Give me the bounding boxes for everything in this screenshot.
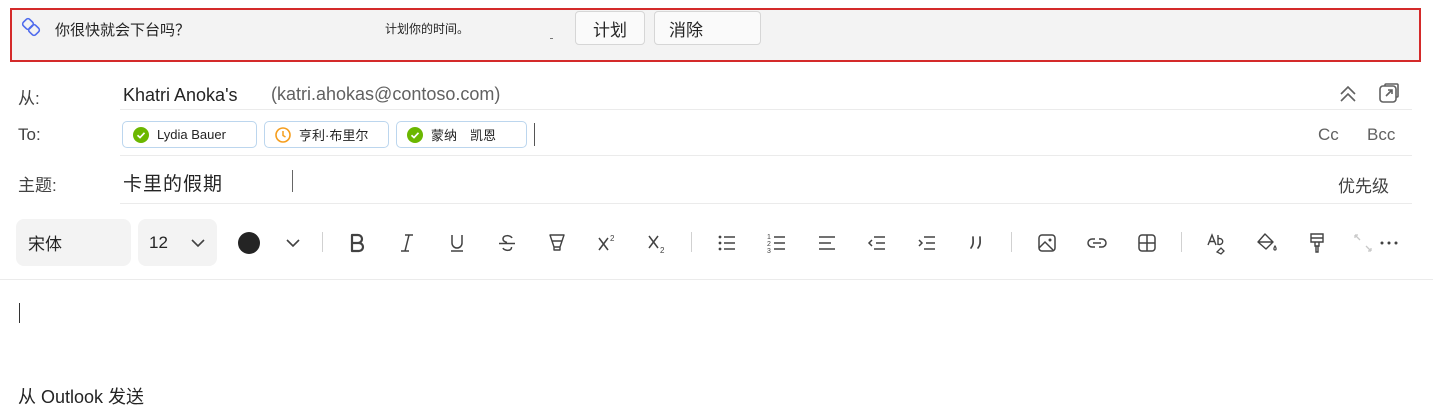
recipient-name: 亨利·布里尔 (299, 128, 369, 143)
format-painter-icon (1310, 233, 1324, 253)
toolbar-separator (1181, 232, 1182, 252)
from-email: (katri.ahokas@contoso.com) (271, 84, 501, 104)
decrease-indent-button[interactable] (861, 227, 893, 259)
recipient-chip[interactable]: 亨利·布里尔 (264, 121, 389, 148)
recipient-name: Lydia Bauer (157, 127, 226, 142)
expand-arrows-icon (1354, 234, 1372, 252)
pop-out-icon[interactable] (1377, 81, 1401, 105)
increase-indent-icon (918, 236, 935, 250)
bullets-button[interactable] (711, 227, 743, 259)
numbering-button[interactable]: 123 (761, 227, 793, 259)
recipient-chip[interactable]: Lydia Bauer (122, 121, 257, 148)
collapse-header-icon[interactable] (1336, 82, 1360, 106)
from-label: 从: (18, 89, 40, 108)
toolbar-separator (322, 232, 323, 252)
highlight-button[interactable] (541, 227, 573, 259)
bullet-list-icon (718, 235, 735, 251)
subject-label: 主题: (18, 176, 57, 195)
copilot-icon (19, 17, 43, 41)
font-color-button[interactable] (233, 227, 265, 259)
available-icon (133, 126, 149, 143)
away-clock-icon (275, 126, 291, 143)
plan-button[interactable]: 计划 (575, 11, 645, 45)
numbered-list-icon: 123 (767, 234, 785, 255)
bold-icon (350, 233, 365, 253)
to-divider (120, 155, 1412, 156)
underline-icon (451, 235, 463, 252)
superscript-button[interactable]: 2 (591, 227, 623, 259)
subscript-button[interactable]: 2 (641, 227, 673, 259)
recipient-chip[interactable]: 蒙纳 凯恩 (396, 121, 527, 148)
svg-text:3: 3 (767, 248, 771, 255)
svg-text:2: 2 (610, 234, 615, 243)
banner-hint: 计划你的时间。 (385, 22, 470, 36)
toolbar-separator (691, 232, 692, 252)
underline-button[interactable] (441, 227, 473, 259)
highlighter-icon (549, 234, 565, 251)
quote-button[interactable] (961, 227, 993, 259)
priority-button[interactable]: 优先级 (1338, 172, 1389, 197)
chevron-down-icon (188, 233, 208, 258)
align-left-icon (819, 236, 835, 250)
font-size-select[interactable]: 12 (138, 219, 217, 266)
fill-color-button[interactable] (1251, 227, 1283, 259)
format-painter-button[interactable] (1301, 227, 1333, 259)
increase-indent-button[interactable] (911, 227, 943, 259)
font-family-select[interactable]: 宋体 (16, 219, 131, 266)
subject-input[interactable]: 卡里的假期 (123, 169, 223, 196)
bcc-button[interactable]: Bcc (1367, 125, 1395, 145)
bold-button[interactable] (341, 227, 373, 259)
align-button[interactable] (811, 227, 843, 259)
strikethrough-icon (499, 234, 515, 252)
strikethrough-button[interactable] (491, 227, 523, 259)
table-icon (1138, 234, 1156, 252)
svg-text:2: 2 (660, 246, 665, 255)
spelling-button[interactable] (1201, 227, 1233, 259)
font-color-swatch-icon (238, 232, 260, 254)
toolbar-divider (0, 279, 1433, 280)
from-divider (120, 109, 1412, 110)
svg-text:1: 1 (767, 234, 771, 241)
decrease-indent-icon (867, 236, 885, 250)
subject-caret (292, 170, 293, 192)
banner-question: 你很快就会下台吗？ (55, 22, 191, 39)
font-color-dropdown[interactable] (277, 227, 309, 259)
insert-table-button[interactable] (1131, 227, 1163, 259)
more-options-icon (1380, 241, 1398, 245)
svg-text:2: 2 (767, 241, 771, 248)
picture-icon (1038, 234, 1056, 252)
from-name[interactable]: Khatri Anoka's (123, 85, 238, 106)
more-options-button[interactable] (1373, 227, 1405, 259)
font-size-value: 12 (149, 232, 168, 252)
chevron-down-icon (286, 239, 300, 248)
toolbar-separator (1011, 232, 1012, 252)
italic-icon (401, 234, 413, 252)
to-label: To: (18, 125, 41, 144)
signature-text: 从 Outlook 发送 (18, 387, 145, 407)
quote-icon (970, 236, 982, 249)
spelling-icon (1207, 233, 1225, 255)
subscript-icon: 2 (648, 235, 665, 255)
insert-link-button[interactable] (1081, 227, 1113, 259)
to-input-caret[interactable] (534, 123, 535, 146)
link-icon (1087, 238, 1107, 248)
banner-divider-dot (550, 38, 553, 39)
subject-divider (120, 203, 1412, 204)
cc-button[interactable]: Cc (1318, 125, 1339, 145)
superscript-icon: 2 (598, 234, 615, 251)
paint-bucket-icon (1257, 233, 1277, 251)
font-family-value: 宋体 (28, 235, 62, 254)
body-editor-caret[interactable] (19, 303, 20, 323)
recipient-name: 蒙纳 凯恩 (431, 128, 497, 143)
insert-picture-button[interactable] (1031, 227, 1063, 259)
available-icon (407, 126, 423, 143)
dismiss-button[interactable]: 消除 (654, 11, 761, 45)
italic-button[interactable] (391, 227, 423, 259)
